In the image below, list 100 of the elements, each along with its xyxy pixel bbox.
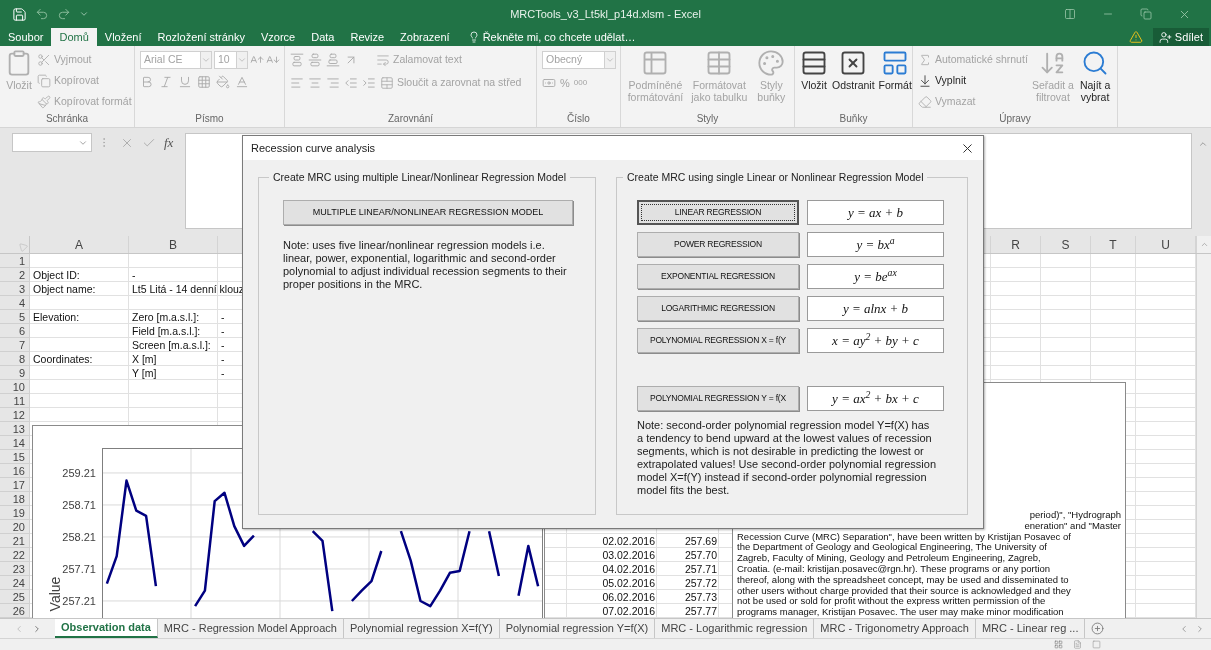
- model-button[interactable]: POWER REGRESSION: [637, 231, 799, 257]
- text-line: Zagreb, Faculty of Mining, Geology and Petroleum Engineering, Zagreb,: [737, 553, 1041, 564]
- row-header[interactable]: 6: [0, 324, 30, 338]
- row-header[interactable]: 4: [0, 296, 30, 310]
- cell-text: Field [m.a.s.l.]:: [132, 325, 201, 337]
- cell-text: 257.77: [684, 605, 717, 617]
- panel-legend: Create MRC using single Linear or Nonlinear Regression Model: [623, 170, 928, 186]
- cell-text: 07.02.2016: [602, 605, 655, 617]
- formula-box: x = ay$^{2}$ + by + c: [807, 327, 944, 353]
- menu-tab[interactable]: Revize: [342, 28, 393, 46]
- row-header[interactable]: 1: [0, 254, 30, 268]
- cell-text: 06.02.2016: [602, 591, 655, 603]
- column-header[interactable]: R: [991, 236, 1041, 253]
- cell-text: -: [221, 311, 225, 323]
- model-button[interactable]: LOGARITHMIC REGRESSION: [637, 295, 799, 321]
- share-button[interactable]: Sdílet: [1152, 28, 1209, 46]
- menu-tab[interactable]: Data: [303, 28, 343, 46]
- group-label: Písmo: [195, 113, 224, 126]
- menu-tab[interactable]: Vložení: [96, 28, 150, 46]
- row-header[interactable]: 12: [0, 408, 30, 422]
- group-label: Styly: [696, 113, 719, 126]
- note-text: Note: second-order polynomial regression model Y=f(X) has a tendency to bend upward at the lowest values of recession segments, which is not desirable in predicting the lowest or extrapolated values! Use second-order polynomial regression model X=f(Y) instead if second-order polynomial regression model fits the best.: [637, 418, 937, 497]
- text-line: thereof, along with the spreadsheet concept, may be used and disseminated to: [737, 574, 1069, 586]
- row-header[interactable]: 20: [0, 520, 30, 534]
- row-header[interactable]: 9: [0, 366, 30, 380]
- ribbon-button[interactable]: Odstranit: [832, 49, 875, 91]
- cell-text: Coordinates:: [33, 353, 93, 365]
- axis-title: Value: [47, 576, 63, 612]
- text-line: the Department of Geology and Geological Engineering, The University of: [737, 542, 1047, 554]
- row-header[interactable]: 2: [0, 268, 30, 282]
- cell-text: 02.02.2016: [602, 535, 655, 547]
- axis-tick-label: 258.71: [62, 498, 96, 511]
- axis-tick-label: 259.21: [62, 466, 96, 479]
- row-header[interactable]: 24: [0, 576, 30, 590]
- ribbon-button[interactable]: Vyplnit: [918, 70, 1028, 91]
- menu-tab[interactable]: Zobrazení: [392, 28, 458, 46]
- insert-function-button[interactable]: fx: [164, 132, 174, 153]
- row-header[interactable]: 14: [0, 436, 30, 450]
- text-line: not be used or sold for profit without the express written permission of the: [737, 596, 1046, 608]
- cell-text: Lt5 Litá - 14 denní klouz: [132, 283, 245, 295]
- cell-text: 05.02.2016: [602, 577, 655, 589]
- group-label: Úpravy: [999, 113, 1031, 126]
- tell-me-field[interactable]: Řekněte mi, co chcete udělat…: [467, 28, 636, 46]
- row-header[interactable]: 19: [0, 506, 30, 520]
- model-button[interactable]: POLYNOMIAL REGRESSION Y = f(X: [637, 385, 799, 411]
- menu-tab[interactable]: Soubor: [0, 28, 52, 46]
- cell-text: -: [221, 353, 225, 365]
- row-header[interactable]: 7: [0, 338, 30, 352]
- row-header[interactable]: 11: [0, 394, 30, 408]
- ribbon-button[interactable]: Najít a vybrat: [1078, 49, 1112, 103]
- ribbon-button[interactable]: Formát: [878, 49, 912, 91]
- row-header[interactable]: 5: [0, 310, 30, 324]
- cell-text: Object ID:: [33, 269, 80, 281]
- text-line: Croatia. (e-mail: kristijan.posavec@rgn.hr). These programs or any portion: [737, 564, 1051, 575]
- row-header[interactable]: 25: [0, 590, 30, 604]
- cell-text: Screen [m.a.s.l.]:: [132, 339, 211, 351]
- cell-text: 257.73: [684, 591, 717, 603]
- row-header[interactable]: 22: [0, 548, 30, 562]
- group-label: Buňky: [839, 113, 868, 126]
- cell-text: 257.69: [684, 535, 717, 547]
- row-header[interactable]: 26: [0, 604, 30, 618]
- axis-tick-label: 257.21: [62, 594, 96, 607]
- row-header[interactable]: 8: [0, 352, 30, 366]
- cell-text: -: [221, 339, 225, 351]
- cell-text: X [m]: [132, 353, 157, 365]
- ribbon-button[interactable]: Vložit: [800, 49, 828, 91]
- cell-text: 257.72: [684, 577, 717, 589]
- column-header[interactable]: A: [30, 236, 129, 253]
- axis-tick-label: 257.71: [62, 562, 96, 575]
- cell-text: Object name:: [33, 283, 96, 295]
- model-button[interactable]: POLYNOMIAL REGRESSION X = f(Y: [637, 327, 799, 353]
- column-header[interactable]: S: [1041, 236, 1091, 253]
- model-button[interactable]: MULTIPLE LINEAR/NONLINEAR REGRESSION MODEL: [283, 199, 573, 225]
- group-label: Zarovnání: [388, 113, 433, 126]
- sheet-tab[interactable]: Observation data: [55, 619, 158, 638]
- row-header[interactable]: 18: [0, 492, 30, 506]
- column-header[interactable]: B: [129, 236, 218, 253]
- row-header[interactable]: 17: [0, 478, 30, 492]
- row-header[interactable]: 16: [0, 464, 30, 478]
- cell-text: -: [132, 269, 136, 281]
- text-line: programs manager, Kristijan Posavec. The user may make minor modification: [737, 607, 1064, 618]
- row-header[interactable]: 15: [0, 450, 30, 464]
- cell-text: 04.02.2016: [602, 563, 655, 575]
- menu-tab[interactable]: Rozložení stránky: [149, 28, 253, 46]
- cell-text: Zero [m.a.s.l.]:: [132, 311, 200, 323]
- row-header[interactable]: 23: [0, 562, 30, 576]
- text-line: Recession Curve (MRC) Separation", have been written by Kristijan Posavec of: [737, 531, 1071, 543]
- row-header[interactable]: 10: [0, 380, 30, 394]
- row-header[interactable]: 13: [0, 422, 30, 436]
- model-button[interactable]: LINEAR REGRESSION: [637, 199, 799, 225]
- row-header[interactable]: 3: [0, 282, 30, 296]
- group-label: Číslo: [567, 113, 590, 126]
- panel-legend: Create MRC using multiple Linear/Nonlinear Regression Model: [269, 170, 570, 186]
- model-button[interactable]: EXPONENTIAL REGRESSION: [637, 263, 799, 289]
- text-line: period)", "Hydrograph: [1029, 510, 1121, 521]
- row-header[interactable]: 21: [0, 534, 30, 548]
- column-header[interactable]: T: [1091, 236, 1136, 253]
- formula-box: y = ax$^{2}$ + bx + c: [807, 385, 944, 411]
- menu-tab[interactable]: Vzorce: [252, 28, 304, 46]
- menu-tab[interactable]: Domů: [51, 28, 97, 46]
